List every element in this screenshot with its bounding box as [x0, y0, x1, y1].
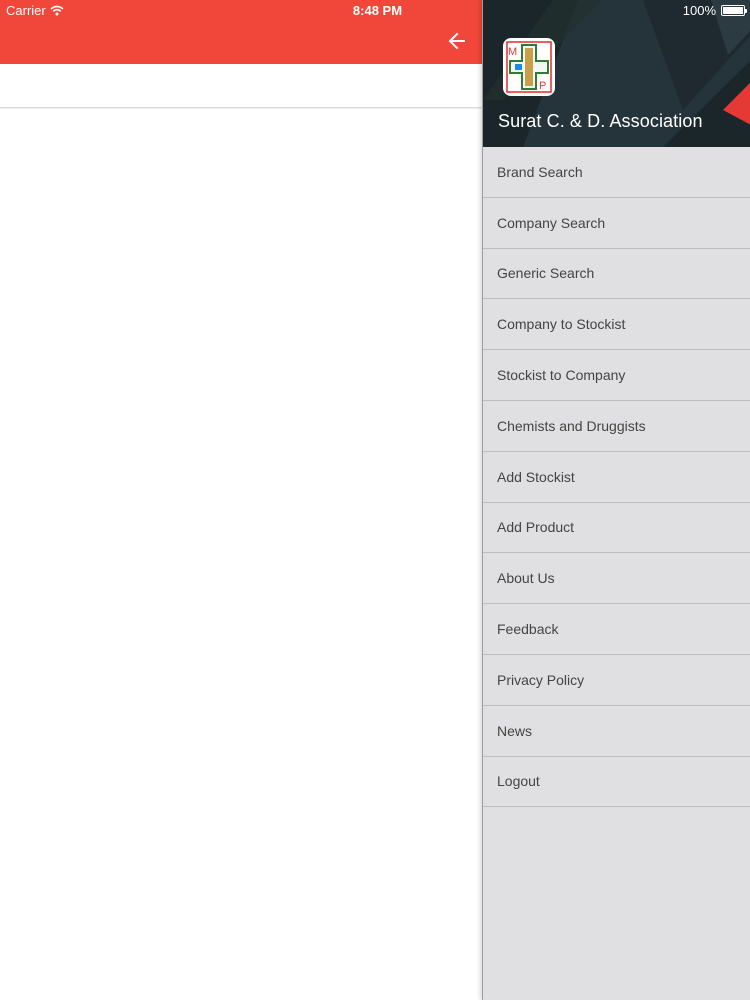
status-right: 100%: [682, 3, 747, 18]
medical-cross-logo-icon: M P: [506, 41, 552, 93]
menu-item-news[interactable]: News: [483, 705, 750, 757]
arrow-left-icon: [448, 32, 465, 50]
logo-letter-bottom: P: [539, 80, 546, 92]
clock: 8:48 PM: [352, 3, 403, 18]
menu-item-company-search[interactable]: Company Search: [483, 197, 750, 249]
menu-item-logout[interactable]: Logout: [483, 756, 750, 808]
menu-item-brand-search[interactable]: Brand Search: [483, 147, 750, 198]
menu-item-stockist-to-company[interactable]: Stockist to Company: [483, 350, 750, 401]
wifi-icon: [50, 5, 64, 16]
menu-item-privacy-policy[interactable]: Privacy Policy: [483, 654, 750, 706]
association-logo: M P: [503, 38, 555, 96]
back-button[interactable]: [440, 26, 474, 56]
drawer-header: M P Surat C. & D. Association: [483, 0, 750, 147]
status-bar: Carrier 8:48 PM 100%: [0, 0, 750, 22]
logo-letter-top: M: [508, 46, 517, 58]
battery-level: [723, 7, 743, 14]
navigation-drawer: M P Surat C. & D. Association Brand Sear…: [482, 0, 750, 1000]
status-left: Carrier: [6, 3, 64, 18]
menu-item-company-to-stockist[interactable]: Company to Stockist: [483, 299, 750, 351]
menu-item-feedback[interactable]: Feedback: [483, 604, 750, 655]
battery-percent: 100%: [682, 3, 716, 18]
association-name: Surat C. & D. Association: [498, 111, 703, 131]
content-area: [0, 109, 482, 1000]
menu-item-chemists-and-druggists[interactable]: Chemists and Druggists: [483, 400, 750, 452]
carrier-label: Carrier: [6, 3, 46, 18]
battery-icon: [721, 5, 747, 16]
search-bar[interactable]: [0, 64, 482, 108]
menu-item-about-us[interactable]: About Us: [483, 553, 750, 605]
menu-item-add-product[interactable]: Add Product: [483, 502, 750, 554]
menu-item-add-stockist[interactable]: Add Stockist: [483, 451, 750, 503]
drawer-menu: Brand Search Company Search Generic Sear…: [483, 147, 750, 808]
menu-item-generic-search[interactable]: Generic Search: [483, 248, 750, 300]
